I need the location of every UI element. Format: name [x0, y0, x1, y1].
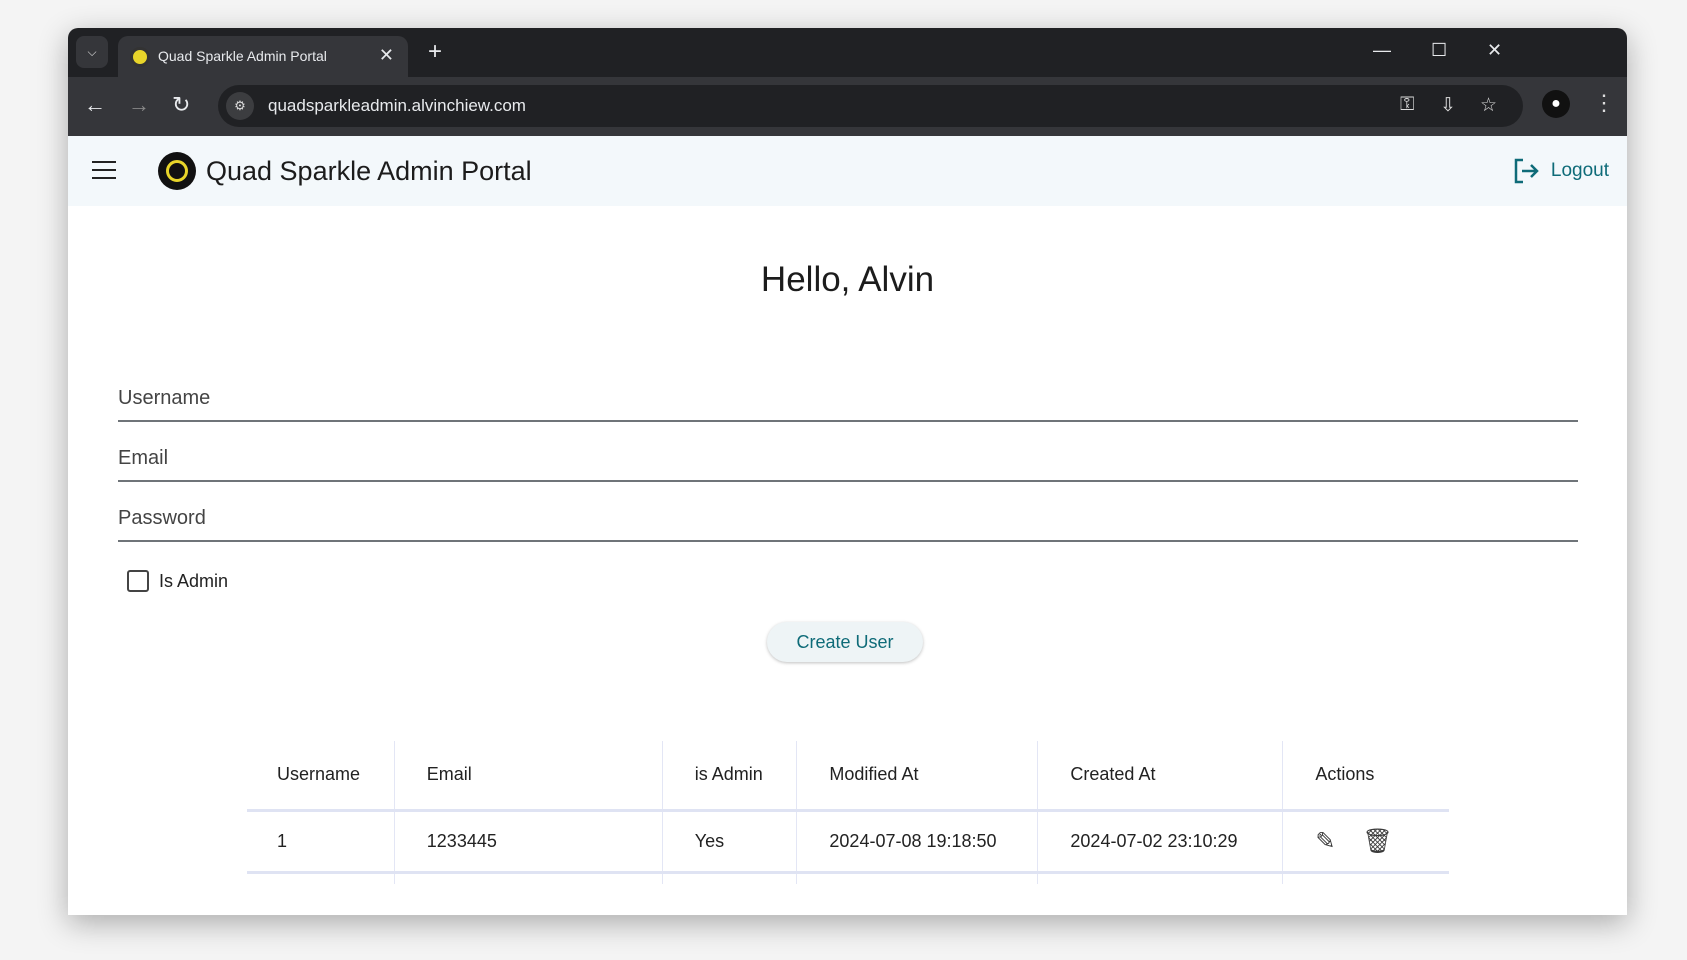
column-header: Actions — [1282, 741, 1449, 812]
cell-actions: ✎ 🗑 — [1282, 810, 1449, 874]
users-table: Username Email is Admin Modified At Crea… — [247, 741, 1449, 884]
edit-pencil-icon[interactable]: ✎ — [1315, 828, 1335, 855]
app-title: Quad Sparkle Admin Portal — [206, 156, 532, 186]
greeting-heading: Hello, Alvin — [760, 260, 935, 299]
email-field[interactable] — [118, 426, 1578, 482]
column-header: Created At — [1037, 741, 1283, 812]
install-app-icon[interactable]: ⇩ — [1440, 94, 1456, 117]
bookmark-star-icon[interactable]: ☆ — [1480, 94, 1497, 117]
new-tab-icon[interactable]: + — [428, 38, 442, 66]
cell-modified-at: 2024-07-08 19:18:50 — [796, 810, 1038, 874]
url-text[interactable]: quadsparkleadmin.alvinchiew.com — [268, 96, 526, 116]
table-row-stub — [247, 872, 1449, 884]
table-row: 1 1233445 Yes 2024-07-08 19:18:50 2024-0… — [247, 810, 1449, 874]
site-info-icon[interactable]: ⚙ — [226, 92, 254, 120]
password-input[interactable] — [118, 507, 1578, 530]
cell-is-admin: Yes — [661, 810, 797, 874]
favicon-icon — [130, 47, 150, 67]
tab-search-icon[interactable]: ⌵ — [76, 36, 108, 68]
menu-icon[interactable] — [92, 161, 116, 179]
browser-tab[interactable]: Quad Sparkle Admin Portal ✕ — [118, 36, 408, 77]
column-header: Username — [247, 741, 395, 812]
column-header: Modified At — [796, 741, 1038, 812]
tab-title: Quad Sparkle Admin Portal — [158, 48, 327, 64]
logout-icon — [1514, 158, 1539, 184]
browser-menu-icon[interactable]: ⋮ — [1593, 90, 1615, 116]
password-field[interactable] — [118, 486, 1578, 542]
delete-trash-icon[interactable]: 🗑 — [1363, 828, 1393, 855]
maximize-icon[interactable]: ☐ — [1431, 40, 1447, 61]
cell-created-at: 2024-07-02 23:10:29 — [1037, 810, 1283, 874]
is-admin-label: Is Admin — [159, 570, 229, 591]
username-field[interactable] — [118, 366, 1578, 422]
browser-window: ⌵ Quad Sparkle Admin Portal ✕ + — ☐ ✕ ← … — [68, 28, 1627, 915]
column-header: Email — [393, 741, 663, 812]
create-user-button[interactable]: Create User — [767, 622, 923, 662]
forward-icon[interactable]: → — [128, 92, 150, 118]
cell-username: 1 — [247, 810, 395, 874]
email-input[interactable] — [118, 447, 1578, 470]
reload-icon[interactable]: ↻ — [172, 92, 190, 118]
checkbox-icon[interactable] — [127, 570, 149, 592]
column-header: is Admin — [661, 741, 797, 812]
close-window-icon[interactable]: ✕ — [1487, 40, 1502, 61]
username-input[interactable] — [118, 387, 1578, 410]
back-icon[interactable]: ← — [84, 92, 106, 118]
tab-strip: ⌵ Quad Sparkle Admin Portal ✕ + — ☐ ✕ — [68, 28, 1627, 77]
profile-avatar-icon[interactable]: ● — [1542, 90, 1570, 118]
close-tab-icon[interactable]: ✕ — [379, 45, 394, 66]
key-icon[interactable]: ⚿ — [1400, 94, 1414, 116]
logo-icon — [158, 152, 196, 190]
logout-button[interactable]: Logout — [1513, 158, 1609, 184]
browser-toolbar: ← → ↻ ⚙ quadsparkleadmin.alvinchiew.com … — [68, 77, 1627, 136]
app-header: Quad Sparkle Admin Portal Logout — [68, 136, 1627, 206]
table-header-row: Username Email is Admin Modified At Crea… — [247, 741, 1449, 812]
cell-email: 1233445 — [393, 810, 663, 874]
logout-label: Logout — [1550, 160, 1609, 181]
minimize-icon[interactable]: — — [1373, 40, 1391, 61]
address-bar[interactable]: ⚙ quadsparkleadmin.alvinchiew.com ⚿ ⇩ ☆ — [218, 85, 1523, 127]
is-admin-checkbox[interactable]: Is Admin — [127, 570, 228, 592]
